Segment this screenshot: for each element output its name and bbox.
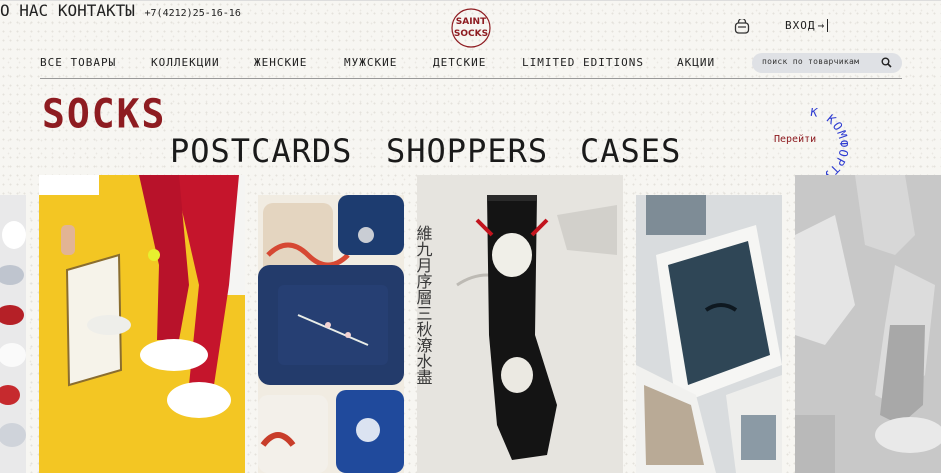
category-limited[interactable]: LIMITED EDITIONS: [522, 56, 644, 69]
login-label: ВХОД: [785, 19, 816, 32]
category-men[interactable]: МУЖСКИЕ: [344, 56, 397, 69]
red-tights-image: [39, 175, 245, 473]
login-arrow-icon: →: [818, 19, 829, 32]
login-button[interactable]: ВХОД →: [785, 19, 829, 32]
red-tights-card[interactable]: [39, 175, 245, 473]
nav-about[interactable]: О НАС: [0, 1, 48, 20]
comfort-badge[interactable]: К КОМФОРТУ: [772, 108, 848, 184]
nav-contacts[interactable]: КОНТАКТЫ: [58, 1, 135, 20]
postcards-image: [636, 195, 782, 473]
badge-ring-text: К КОМФОРТУ: [810, 108, 848, 184]
oni-sock-card[interactable]: 維九月序層三秋潦水盡: [417, 175, 623, 473]
phone-cases-image: [258, 195, 404, 473]
svg-text:SOCKS: SOCKS: [454, 29, 488, 39]
phone-cases-card[interactable]: [258, 195, 404, 473]
search-field[interactable]: поиск по товарчикам: [752, 53, 902, 73]
top-bar: О НАС КОНТАКТЫ SAINT SOCKS +7(4212)25-16…: [0, 0, 941, 49]
hero-postcards: POSTCARDS: [170, 132, 353, 170]
category-all[interactable]: ВСЕ ТОВАРЫ: [40, 56, 116, 69]
statue-sock-image: [795, 175, 941, 473]
cart-icon[interactable]: [734, 19, 750, 35]
socks-rack-image: [0, 195, 26, 473]
badge-go-label[interactable]: Перейти: [774, 134, 816, 145]
statue-sock-card[interactable]: [795, 175, 941, 473]
svg-text:SAINT: SAINT: [456, 17, 487, 27]
postcards-card[interactable]: [636, 195, 782, 473]
search-placeholder: поиск по товарчикам: [762, 57, 860, 66]
socks-rack-card[interactable]: [0, 195, 26, 473]
search-icon[interactable]: [881, 57, 892, 68]
svg-text:К КОМФОРТУ: К КОМФОРТУ: [810, 108, 848, 184]
category-kids[interactable]: ДЕТСКИЕ: [433, 56, 486, 69]
brand-logo[interactable]: SAINT SOCKS: [450, 7, 492, 49]
hero-shoppers: SHOPPERS: [386, 132, 549, 170]
svg-text:維九月序層三秋潦水盡: 維九月序層三秋潦水盡: [417, 225, 433, 385]
hero-cases: CASES: [580, 132, 682, 170]
category-sales[interactable]: АКЦИИ: [677, 56, 715, 69]
category-women[interactable]: ЖЕНСКИЕ: [254, 56, 307, 69]
hero-title: SOCKS: [42, 90, 167, 138]
oni-sock-image: 維九月序層三秋潦水盡: [417, 175, 623, 473]
category-collections[interactable]: КОЛЛЕКЦИИ: [151, 56, 220, 69]
phone-link[interactable]: +7(4212)25-16-16: [145, 8, 241, 19]
